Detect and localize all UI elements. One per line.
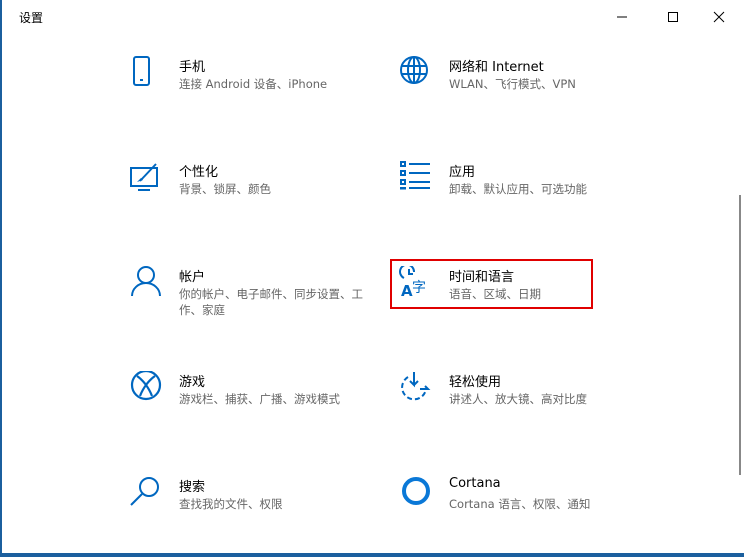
settings-window: 设置 手机 连接 Android 设备、iPhone 网络和 Internet … xyxy=(2,0,744,553)
item-subtitle: WLAN、飞行模式、VPN xyxy=(449,77,576,91)
ease-of-access-icon xyxy=(401,372,431,401)
search-icon xyxy=(130,477,159,506)
item-title: 手机 xyxy=(179,60,206,75)
item-title: 网络和 Internet xyxy=(449,60,544,75)
scrollbar[interactable] xyxy=(739,195,741,475)
settings-item-ease-of-access[interactable]: 轻松使用 讲述人、放大镜、高对比度 xyxy=(398,371,628,421)
item-title: 游戏 xyxy=(179,375,206,390)
maximize-icon xyxy=(668,12,678,22)
personalization-icon xyxy=(130,163,158,191)
item-title: 帐户 xyxy=(179,270,206,285)
item-subtitle: 卸载、默认应用、可选功能 xyxy=(449,182,587,196)
settings-item-cortana[interactable]: Cortana Cortana 语言、权限、通知 xyxy=(398,476,628,526)
close-button[interactable] xyxy=(696,4,742,30)
item-subtitle: 游戏栏、捕获、广播、游戏模式 xyxy=(179,392,340,406)
settings-item-personalization[interactable]: 个性化 背景、锁屏、颜色 xyxy=(128,161,358,211)
settings-item-accounts[interactable]: 帐户 你的帐户、电子邮件、同步设置、工作、家庭 xyxy=(128,266,363,317)
item-subtitle: 连接 Android 设备、iPhone xyxy=(179,77,328,91)
item-subtitle: 讲述人、放大镜、高对比度 xyxy=(449,392,587,406)
settings-item-gaming[interactable]: 游戏 游戏栏、捕获、广播、游戏模式 xyxy=(128,371,358,421)
minimize-button[interactable] xyxy=(599,4,645,30)
item-subtitle: 背景、锁屏、颜色 xyxy=(179,182,271,196)
item-subtitle: 查找我的文件、权限 xyxy=(179,497,283,511)
apps-list-icon xyxy=(400,161,430,190)
globe-icon xyxy=(400,56,428,84)
settings-item-phone[interactable]: 手机 连接 Android 设备、iPhone xyxy=(128,56,358,106)
settings-item-apps[interactable]: 应用 卸载、默认应用、可选功能 xyxy=(398,161,628,211)
close-icon xyxy=(713,11,725,23)
settings-item-search[interactable]: 搜索 查找我的文件、权限 xyxy=(128,476,358,526)
item-title: 个性化 xyxy=(179,165,219,180)
cortana-icon xyxy=(402,477,430,505)
highlight-box xyxy=(390,259,593,309)
person-icon xyxy=(131,266,161,297)
settings-item-network[interactable]: 网络和 Internet WLAN、飞行模式、VPN xyxy=(398,56,628,106)
xbox-icon xyxy=(130,371,162,401)
item-title: 应用 xyxy=(449,165,476,180)
item-title: 搜索 xyxy=(179,480,206,495)
minimize-icon xyxy=(617,16,627,18)
item-title: Cortana xyxy=(449,476,501,491)
item-subtitle: Cortana 语言、权限、通知 xyxy=(449,497,591,511)
window-title: 设置 xyxy=(19,11,44,25)
item-subtitle: 你的帐户、电子邮件、同步设置、工作、家庭 xyxy=(179,287,363,317)
item-title: 轻松使用 xyxy=(449,375,502,390)
maximize-button[interactable] xyxy=(650,4,696,30)
phone-icon xyxy=(133,56,150,86)
